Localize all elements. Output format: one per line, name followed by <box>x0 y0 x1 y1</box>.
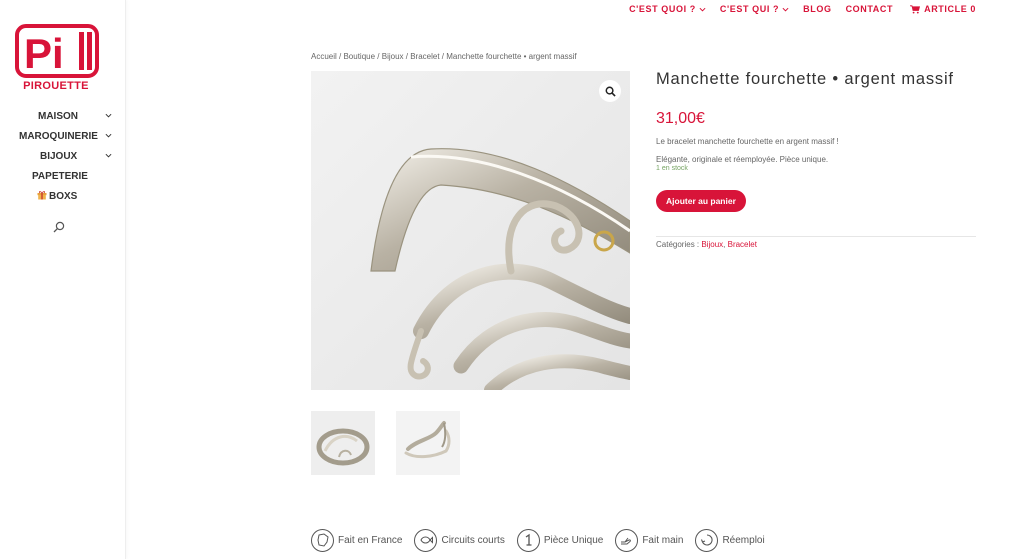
chevron-down-icon <box>105 133 112 138</box>
nav-item-contact[interactable]: CONTACT <box>846 2 894 16</box>
hand-icon <box>615 528 639 552</box>
sidebar-item-maison[interactable]: MAISON <box>0 110 125 130</box>
feature-circuits-courts: Circuits courts <box>414 526 505 554</box>
nav-item-label: CONTACT <box>845 4 894 14</box>
sidebar-item-bijoux[interactable]: BIJOUX <box>0 150 125 170</box>
sidebar-menu: MAISON MAROQUINERIE BIJOUX PAPETERIE BOX… <box>0 110 125 210</box>
france-map-icon <box>311 528 334 552</box>
sidebar-item-papeterie[interactable]: PAPETERIE <box>0 170 125 190</box>
nav-item-cart[interactable]: ARTICLE 0 <box>907 2 976 16</box>
sidebar-item-boxs[interactable]: BOXS <box>0 190 125 210</box>
breadcrumb-link-boutique[interactable]: Boutique <box>343 52 375 61</box>
chevron-down-icon <box>782 7 789 12</box>
logo-text: PIROUETTE <box>23 80 89 92</box>
fish-icon <box>414 528 438 552</box>
product-main-image[interactable] <box>311 71 630 390</box>
add-to-cart-button[interactable]: Ajouter au panier <box>656 190 746 212</box>
top-navigation: C'EST QUOI ? C'EST QUI ? BLOG CONTACT AR… <box>615 2 976 16</box>
feature-label: Fait en France <box>338 534 403 546</box>
gift-icon <box>37 191 47 200</box>
chevron-down-icon <box>105 153 112 158</box>
svg-text:Pi: Pi <box>24 30 64 77</box>
search-icon[interactable] <box>53 221 65 233</box>
sidebar-item-maroquinerie[interactable]: MAROQUINERIE <box>0 130 125 150</box>
magnifier-icon <box>605 86 616 97</box>
breadcrumb-link-bracelet[interactable]: Bracelet <box>410 52 439 61</box>
product-description-2: Elégante, originale et réemployée. Pièce… <box>656 155 829 164</box>
chevron-down-icon <box>105 113 112 118</box>
sidebar-item-label-wrap: BOXS <box>37 190 77 204</box>
feature-piece-unique: Pièce Unique <box>516 526 604 554</box>
nav-item-label: BLOG <box>803 4 832 14</box>
nav-item-label: C'EST QUI ? <box>719 4 780 14</box>
divider <box>656 236 976 237</box>
nav-item-blog[interactable]: BLOG <box>803 2 831 16</box>
recycle-icon <box>695 528 719 552</box>
sidebar-item-label: MAISON <box>38 111 78 122</box>
nav-item-cest-qui[interactable]: C'EST QUI ? <box>720 2 789 16</box>
categories-label: Catégories : <box>656 240 702 249</box>
bracelet-photo <box>311 71 630 390</box>
feature-fait-en-france: Fait en France <box>311 526 402 554</box>
sidebar-item-label: BOXS <box>49 191 78 202</box>
feature-label: Pièce Unique <box>543 534 604 546</box>
feature-reemploi: Réemploi <box>695 526 765 554</box>
stock-status: 1 en stock <box>656 165 688 172</box>
category-link-bracelet[interactable]: Bracelet <box>728 240 757 249</box>
feature-label: Fait main <box>642 534 684 546</box>
cart-label: ARTICLE 0 <box>924 4 976 14</box>
product-categories: Catégories : Bijoux, Bracelet <box>656 240 757 249</box>
sidebar: Pi PIROUETTE MAISON MAROQUINERIE BIJOUX … <box>0 0 126 559</box>
product-title: Manchette fourchette • argent massif <box>656 70 954 88</box>
product-features: Fait en France Circuits courts Pièce Uni… <box>311 526 777 554</box>
number-one-icon <box>516 528 540 552</box>
feature-label: Réemploi <box>722 534 765 546</box>
breadcrumb-current: Manchette fourchette • argent massif <box>446 52 577 61</box>
product-thumbnail-1[interactable] <box>311 411 375 475</box>
nav-item-cest-quoi[interactable]: C'EST QUOI ? <box>629 2 706 16</box>
breadcrumb-link-bijoux[interactable]: Bijoux <box>382 52 404 61</box>
thumbnail-photo <box>316 428 370 466</box>
chevron-down-icon <box>699 7 706 12</box>
nav-item-label: C'EST QUOI ? <box>629 4 696 14</box>
product-thumbnail-2[interactable] <box>396 411 460 475</box>
product-description: Le bracelet manchette fourchette en arge… <box>656 137 839 146</box>
breadcrumb-separator: / <box>375 52 382 61</box>
zoom-button[interactable] <box>599 80 621 102</box>
category-link-bijoux[interactable]: Bijoux <box>701 240 723 249</box>
feature-fait-main: Fait main <box>615 526 683 554</box>
sidebar-item-label: PAPETERIE <box>32 171 88 182</box>
feature-label: Circuits courts <box>441 534 505 546</box>
thumbnail-photo <box>404 421 451 459</box>
sidebar-item-label: MAROQUINERIE <box>19 131 98 142</box>
cart-icon <box>910 4 921 13</box>
product-price: 31,00€ <box>656 110 705 127</box>
breadcrumb-link-accueil[interactable]: Accueil <box>311 52 337 61</box>
sidebar-item-label: BIJOUX <box>40 151 78 162</box>
breadcrumb: Accueil / Boutique / Bijoux / Bracelet /… <box>311 52 577 61</box>
